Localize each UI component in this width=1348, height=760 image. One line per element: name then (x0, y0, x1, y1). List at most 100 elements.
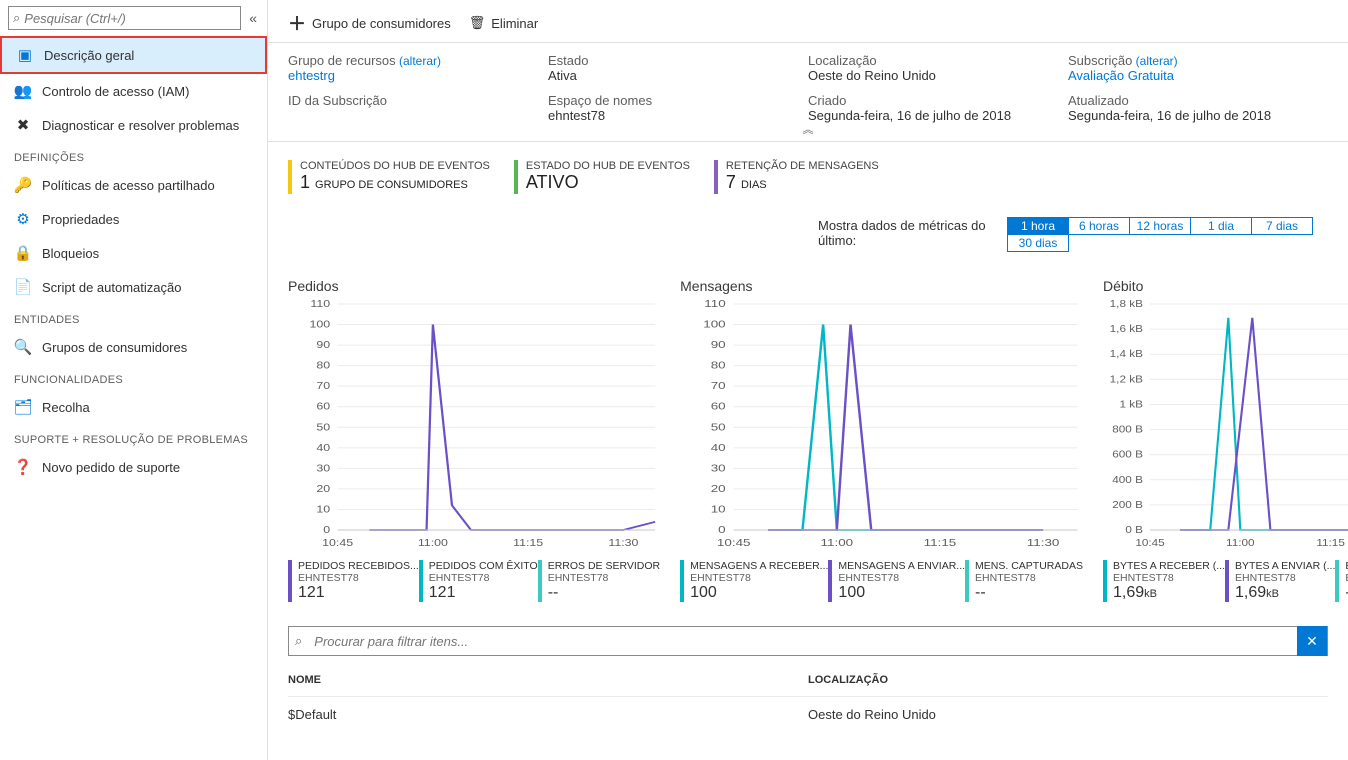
essentials-value-link[interactable]: ehtestrg (288, 68, 548, 83)
legend-item[interactable]: BYTES A RECEBER (...EHNTEST781,69kB (1103, 560, 1225, 602)
svg-text:1,4 kB: 1,4 kB (1110, 349, 1143, 360)
svg-text:11:30: 11:30 (1027, 537, 1060, 549)
metric-range: Mostra dados de métricas do último:1 hor… (818, 218, 1328, 252)
sidebar: ⌕ « ▣ Descrição geral 👥Controlo de acesso … (0, 0, 268, 760)
svg-text:1,2 kB: 1,2 kB (1110, 374, 1143, 385)
essentials-value: Segunda-feira, 16 de julho de 2018 (1068, 108, 1328, 123)
delete-button[interactable]: 🗑 Eliminar (469, 15, 538, 31)
table-row[interactable]: $DefaultOeste do Reino Unido (288, 697, 1328, 733)
consumer-icon: 🔍 (14, 338, 32, 356)
chart-area[interactable]: 010203040506070809010011010:4511:0011:15… (680, 300, 1083, 550)
stat-label: RETENÇÃO DE MENSAGENS (726, 160, 879, 172)
svg-text:1 kB: 1 kB (1119, 399, 1143, 410)
svg-text:30: 30 (711, 462, 726, 474)
svg-text:110: 110 (704, 300, 726, 310)
legend-value: 100 (838, 584, 965, 602)
essentials-label: ID da Subscrição (288, 93, 548, 108)
range-btn-7-dias[interactable]: 7 dias (1251, 217, 1313, 235)
stat-color-bar (288, 160, 292, 194)
sidebar-item-label: Recolha (42, 400, 90, 415)
main-panel: ＋ Grupo de consumidores 🗑 Eliminar Grupo… (268, 0, 1348, 760)
legend-name: MENS. CAPTURADAS (975, 560, 1083, 572)
svg-text:0: 0 (323, 525, 330, 536)
sidebar-item-label: Descrição geral (44, 48, 134, 63)
search-icon: ⌕ (13, 10, 20, 26)
consumer-groups-table: NomeLocalização $DefaultOeste do Reino U… (288, 664, 1328, 732)
svg-text:11:00: 11:00 (1226, 538, 1255, 549)
sidebar-item-grupos-de-consumidores[interactable]: 🔍Grupos de consumidores (0, 330, 267, 364)
essentials-value: ehntest78 (548, 108, 808, 123)
legend-sub: EHNTEST78 (548, 572, 660, 584)
add-consumer-group-button[interactable]: ＋ Grupo de consumidores (288, 10, 451, 36)
essentials-value-link[interactable]: Avaliação Gratuita (1068, 68, 1328, 83)
svg-text:60: 60 (316, 402, 330, 413)
essentials-expander[interactable]: ︽ (803, 121, 814, 137)
chart-area[interactable]: 010203040506070809010011010:4511:0011:15… (288, 300, 660, 550)
legend-item[interactable]: MENSAGENS A RECEBER...EHNTEST78100 (680, 560, 828, 602)
change-link[interactable]: (alterar) (1132, 54, 1177, 68)
legend-value: 121 (298, 584, 419, 602)
filter-input[interactable] (308, 630, 1297, 653)
sidebar-item-diagnosticar-e-resolver-problemas[interactable]: ✖Diagnosticar e resolver problemas (0, 108, 267, 142)
sidebar-item-novo-pedido-de-suporte[interactable]: ❓Novo pedido de suporte (0, 450, 267, 484)
table-header[interactable]: Localização (808, 664, 1328, 697)
chart-area[interactable]: 0 B200 B400 B600 B800 B1 kB1,2 kB1,4 kB1… (1103, 300, 1348, 550)
sidebar-item-bloqueios[interactable]: 🔒Bloqueios (0, 236, 267, 270)
lock-icon: 🔒 (14, 244, 32, 262)
sidebar-collapse-button[interactable]: « (245, 8, 261, 28)
sidebar-item-descrição-geral[interactable]: ▣ Descrição geral (0, 36, 267, 74)
legend-value: 1,69kB (1113, 584, 1225, 602)
svg-text:100: 100 (703, 318, 726, 330)
legend-item[interactable]: BYTES A ENVIAR (...EHNTEST781,69kB (1225, 560, 1335, 602)
stat-color-bar (714, 160, 718, 194)
stat-label: CONTEÚDOS DO HUB DE EVENTOS (300, 160, 490, 172)
cell-name: $Default (288, 697, 808, 733)
svg-text:11:00: 11:00 (418, 538, 448, 549)
legend-name: MENSAGENS A RECEBER... (690, 560, 828, 572)
chart-title: Débito (1103, 278, 1348, 294)
legend-value: 121 (429, 584, 538, 602)
metric-stat: RETENÇÃO DE MENSAGENS7 DIAS (714, 160, 879, 194)
legend-item[interactable]: PEDIDOS RECEBIDOS...EHNTEST78121 (288, 560, 419, 602)
change-link[interactable]: (alterar) (396, 54, 441, 68)
sidebar-search[interactable]: ⌕ (8, 6, 241, 30)
sidebar-item-políticas-de-acesso-partilhado[interactable]: 🔑Políticas de acesso partilhado (0, 168, 267, 202)
sliders-icon: ⚙ (14, 210, 32, 228)
svg-text:0: 0 (718, 524, 726, 536)
plus-icon: ＋ (288, 10, 306, 36)
overview-icon: ▣ (16, 46, 34, 64)
legend-item[interactable]: MENS. CAPTURADASEHNTEST78-- (965, 560, 1083, 602)
sidebar-section-header: Suporte + Resolução de Problemas (0, 424, 267, 450)
legend-item[interactable]: ERROS DE SERVIDOREHNTEST78-- (538, 560, 660, 602)
range-btn-6-horas[interactable]: 6 horas (1068, 217, 1130, 235)
stat-label: ESTADO DO HUB DE EVENTOS (526, 160, 690, 172)
essentials-label: Estado (548, 53, 808, 68)
range-btn-12-horas[interactable]: 12 horas (1129, 217, 1191, 235)
sidebar-item-script-de-automatização[interactable]: 📄Script de automatização (0, 270, 267, 304)
essentials-field: LocalizaçãoOeste do Reino Unido (808, 51, 1068, 91)
essentials-label: Grupo de recursos (alterar) (288, 53, 548, 68)
svg-text:1,6 kB: 1,6 kB (1110, 324, 1143, 335)
essentials-field: Subscrição (alterar)Avaliação Gratuita (1068, 51, 1328, 91)
legend-sub: EHNTEST78 (690, 572, 828, 584)
script-icon: 📄 (14, 278, 32, 296)
chart-title: Mensagens (680, 278, 1083, 294)
filter-clear-button[interactable]: ✕ (1297, 626, 1327, 656)
sidebar-search-input[interactable] (24, 11, 236, 26)
legend-value: -- (548, 584, 660, 602)
legend-item[interactable]: MENSAGENS A ENVIAR...EHNTEST78100 (828, 560, 965, 602)
sidebar-item-controlo-de-acesso-(iam)[interactable]: 👥Controlo de acesso (IAM) (0, 74, 267, 108)
table-header[interactable]: Nome (288, 664, 808, 697)
legend-item[interactable]: BYTES CAPTURADOSEHNTEST78-- (1335, 560, 1348, 602)
svg-text:0 B: 0 B (1125, 525, 1143, 536)
range-btn-30-dias[interactable]: 30 dias (1007, 234, 1069, 252)
svg-text:11:15: 11:15 (924, 537, 957, 549)
essentials-label: Atualizado (1068, 93, 1328, 108)
sidebar-item-label: Diagnosticar e resolver problemas (42, 118, 239, 133)
sidebar-item-recolha[interactable]: 🗂Recolha (0, 390, 267, 424)
sidebar-item-propriedades[interactable]: ⚙Propriedades (0, 202, 267, 236)
range-btn-1-hora[interactable]: 1 hora (1007, 217, 1069, 235)
sidebar-item-label: Controlo de acesso (IAM) (42, 84, 189, 99)
range-btn-1-dia[interactable]: 1 dia (1190, 217, 1252, 235)
legend-item[interactable]: PEDIDOS COM ÊXITOEHNTEST78121 (419, 560, 538, 602)
